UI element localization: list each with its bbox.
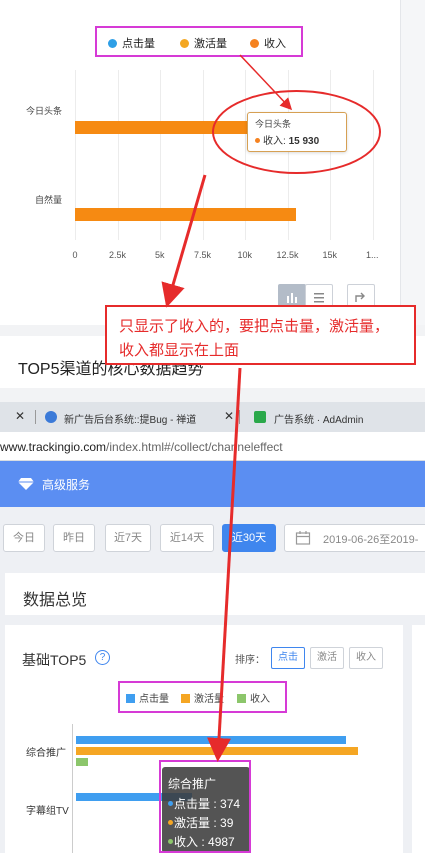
arrow-to-annotation [161,174,207,308]
arrow-to-tooltip2 [207,367,242,762]
annotation-arrows [161,54,293,762]
arrow-to-tooltip [239,54,293,111]
